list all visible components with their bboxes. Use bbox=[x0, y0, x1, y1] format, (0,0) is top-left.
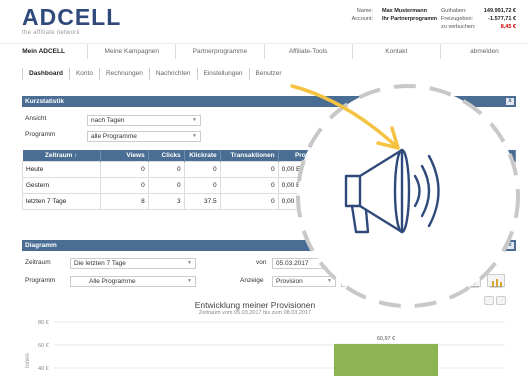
y-tick-label: 40 € bbox=[38, 366, 49, 372]
bar-data-label: 60,97 € bbox=[377, 336, 395, 342]
page: ADCELL the affiliate network Name: Accou… bbox=[0, 0, 528, 376]
y-tick-label: 80 € bbox=[38, 320, 49, 326]
y-tick-label: 60 € bbox=[38, 343, 49, 349]
chart-bars: 60,97 € bbox=[334, 336, 438, 376]
bar[interactable] bbox=[334, 343, 438, 376]
bar-chart: 80 € 60 € 40 € ionen 60,97 € bbox=[25, 320, 505, 376]
y-axis-label: ionen bbox=[25, 353, 31, 368]
